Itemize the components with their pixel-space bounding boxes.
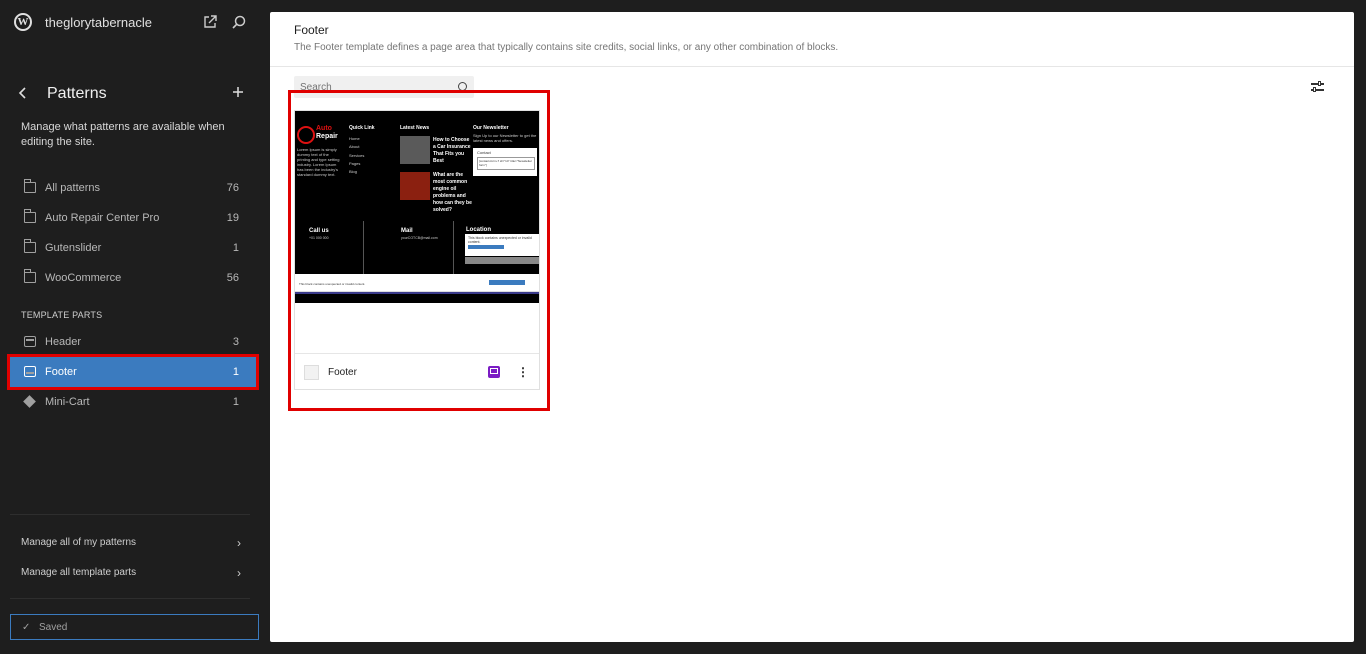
manage-patterns-label: Manage all of my patterns xyxy=(21,537,137,548)
call-heading: Call us xyxy=(309,228,329,234)
section-title: Footer xyxy=(294,23,329,37)
select-checkbox[interactable] xyxy=(304,365,319,380)
category-count: 56 xyxy=(226,272,239,284)
template-part-header[interactable]: Header 3 xyxy=(10,327,256,357)
check-icon: ✓ xyxy=(22,622,31,633)
folder-icon xyxy=(24,269,36,283)
category-all-patterns[interactable]: All patterns 76 xyxy=(10,173,256,203)
site-header: W theglorytabernacle xyxy=(0,0,270,44)
template-part-label: Footer xyxy=(45,366,77,378)
preview-footer-top: Auto Repair Lorem Ipsum is simply dummy … xyxy=(295,111,539,221)
saved-label: Saved xyxy=(39,622,68,633)
external-link-icon[interactable] xyxy=(203,15,217,29)
template-part-label: Header xyxy=(45,336,82,348)
folder-icon xyxy=(24,239,36,253)
mail-value: yourCOTCB@mail.com xyxy=(401,236,438,240)
category-count: 1 xyxy=(232,242,239,254)
location-text: This block contains unexpected or invali… xyxy=(468,236,532,244)
pattern-preview[interactable]: Auto Repair Lorem Ipsum is simply dummy … xyxy=(295,111,539,353)
divider xyxy=(10,514,250,515)
footer-template-icon xyxy=(24,366,36,377)
about-text: Lorem Ipsum is simply dummy text of the … xyxy=(297,147,340,177)
call-value: +01 000 000 xyxy=(309,236,329,240)
news-title: How to Choose a Car Insurance That Fits … xyxy=(433,137,471,164)
quick-link: Pages xyxy=(349,161,361,166)
divider xyxy=(10,598,250,599)
category-count: 19 xyxy=(226,212,239,224)
category-label: WooCommerce xyxy=(45,272,122,284)
more-options-icon[interactable]: ⋮ xyxy=(517,365,529,379)
template-part-badge-icon xyxy=(488,366,500,378)
template-part-footer[interactable]: Footer 1 xyxy=(7,354,259,390)
pattern-card[interactable]: Auto Repair Lorem Ipsum is simply dummy … xyxy=(294,110,540,390)
section-description: The Footer template defines a page area … xyxy=(294,42,839,53)
mini-cart-icon xyxy=(23,395,36,408)
logo-text: Auto xyxy=(316,125,332,132)
folder-icon xyxy=(24,179,36,193)
category-auto-repair-center-pro[interactable]: Auto Repair Center Pro 19 xyxy=(10,203,256,233)
location-map xyxy=(465,257,539,264)
card-footer: Footer ⋮ xyxy=(295,353,539,390)
category-label: Gutenslider xyxy=(45,242,102,254)
template-parts-heading: TEMPLATE PARTS xyxy=(21,310,103,320)
back-chevron-icon[interactable] xyxy=(16,85,30,101)
manage-template-parts-link[interactable]: Manage all template parts › xyxy=(21,566,241,580)
category-label: Auto Repair Center Pro xyxy=(45,212,160,224)
quick-link: Blog xyxy=(349,169,358,174)
preview-contact-row: Call us +01 000 000 Mail yourCOTCB@mail.… xyxy=(295,221,539,274)
mail-cell: Mail yourCOTCB@mail.com xyxy=(364,221,454,274)
saved-button[interactable]: ✓ Saved xyxy=(10,614,259,640)
news-image xyxy=(400,136,430,164)
form-code: [contact-form-7 id="14" title="Newslette… xyxy=(477,157,535,170)
template-part-count: 1 xyxy=(232,366,239,378)
location-heading: Location xyxy=(466,227,491,233)
divider xyxy=(270,66,1354,67)
template-part-mini-cart[interactable]: Mini-Cart 1 xyxy=(10,387,256,417)
preview-strip xyxy=(295,292,539,294)
nav-description: Manage what patterns are available when … xyxy=(21,121,225,148)
template-part-count: 3 xyxy=(232,336,239,348)
quick-link: Home xyxy=(349,136,360,141)
category-gutenslider[interactable]: Gutenslider 1 xyxy=(10,233,256,263)
logo-icon xyxy=(297,126,315,144)
form-label: Contact xyxy=(477,150,491,155)
search-icon[interactable] xyxy=(232,15,246,29)
pattern-name[interactable]: Footer xyxy=(328,367,357,378)
newsletter-heading: Our Newsletter xyxy=(473,125,509,131)
call-cell: Call us +01 000 000 xyxy=(295,221,364,274)
category-count: 76 xyxy=(226,182,239,194)
chevron-right-icon: › xyxy=(237,536,241,550)
chevron-right-icon: › xyxy=(237,566,241,580)
template-part-count: 1 xyxy=(232,396,239,408)
logo-text: Repair xyxy=(316,133,338,140)
mail-heading: Mail xyxy=(401,228,413,234)
folder-icon xyxy=(24,209,36,223)
category-woocommerce[interactable]: WooCommerce 56 xyxy=(10,263,256,293)
site-name[interactable]: theglorytabernacle xyxy=(45,15,152,30)
location-box: This block contains unexpected or invali… xyxy=(465,234,539,256)
page-title: Patterns xyxy=(47,85,107,102)
sidebar: W theglorytabernacle Patterns Manage wha… xyxy=(0,0,270,654)
manage-patterns-link[interactable]: Manage all of my patterns › xyxy=(21,536,241,550)
quick-link: Services xyxy=(349,153,365,158)
newsletter-form: Contact [contact-form-7 id="14" title="N… xyxy=(473,148,537,176)
quick-link: About xyxy=(349,144,360,149)
add-pattern-icon[interactable] xyxy=(230,83,246,101)
quick-link-heading: Quick Link xyxy=(349,125,375,131)
wordpress-logo-icon[interactable]: W xyxy=(14,13,32,31)
category-label: All patterns xyxy=(45,182,101,194)
news-title: What are the most common engine oil prob… xyxy=(433,172,472,213)
nav-header: Patterns xyxy=(0,80,270,110)
news-image xyxy=(400,172,430,200)
preview-invalid-block: This block contains unexpected or invali… xyxy=(295,274,539,292)
attempt-recovery-button xyxy=(489,280,525,285)
template-part-label: Mini-Cart xyxy=(45,396,90,408)
filter-options-icon[interactable] xyxy=(1310,80,1326,94)
attempt-recovery-button xyxy=(468,245,504,249)
latest-news-heading: Latest News xyxy=(400,125,430,131)
manage-template-parts-label: Manage all template parts xyxy=(21,567,137,578)
newsletter-text: Sign Up to our Newsletter to get the lat… xyxy=(473,133,537,143)
invalid-block-text: This block contains unexpected or invali… xyxy=(299,282,366,286)
header-template-icon xyxy=(24,336,36,347)
